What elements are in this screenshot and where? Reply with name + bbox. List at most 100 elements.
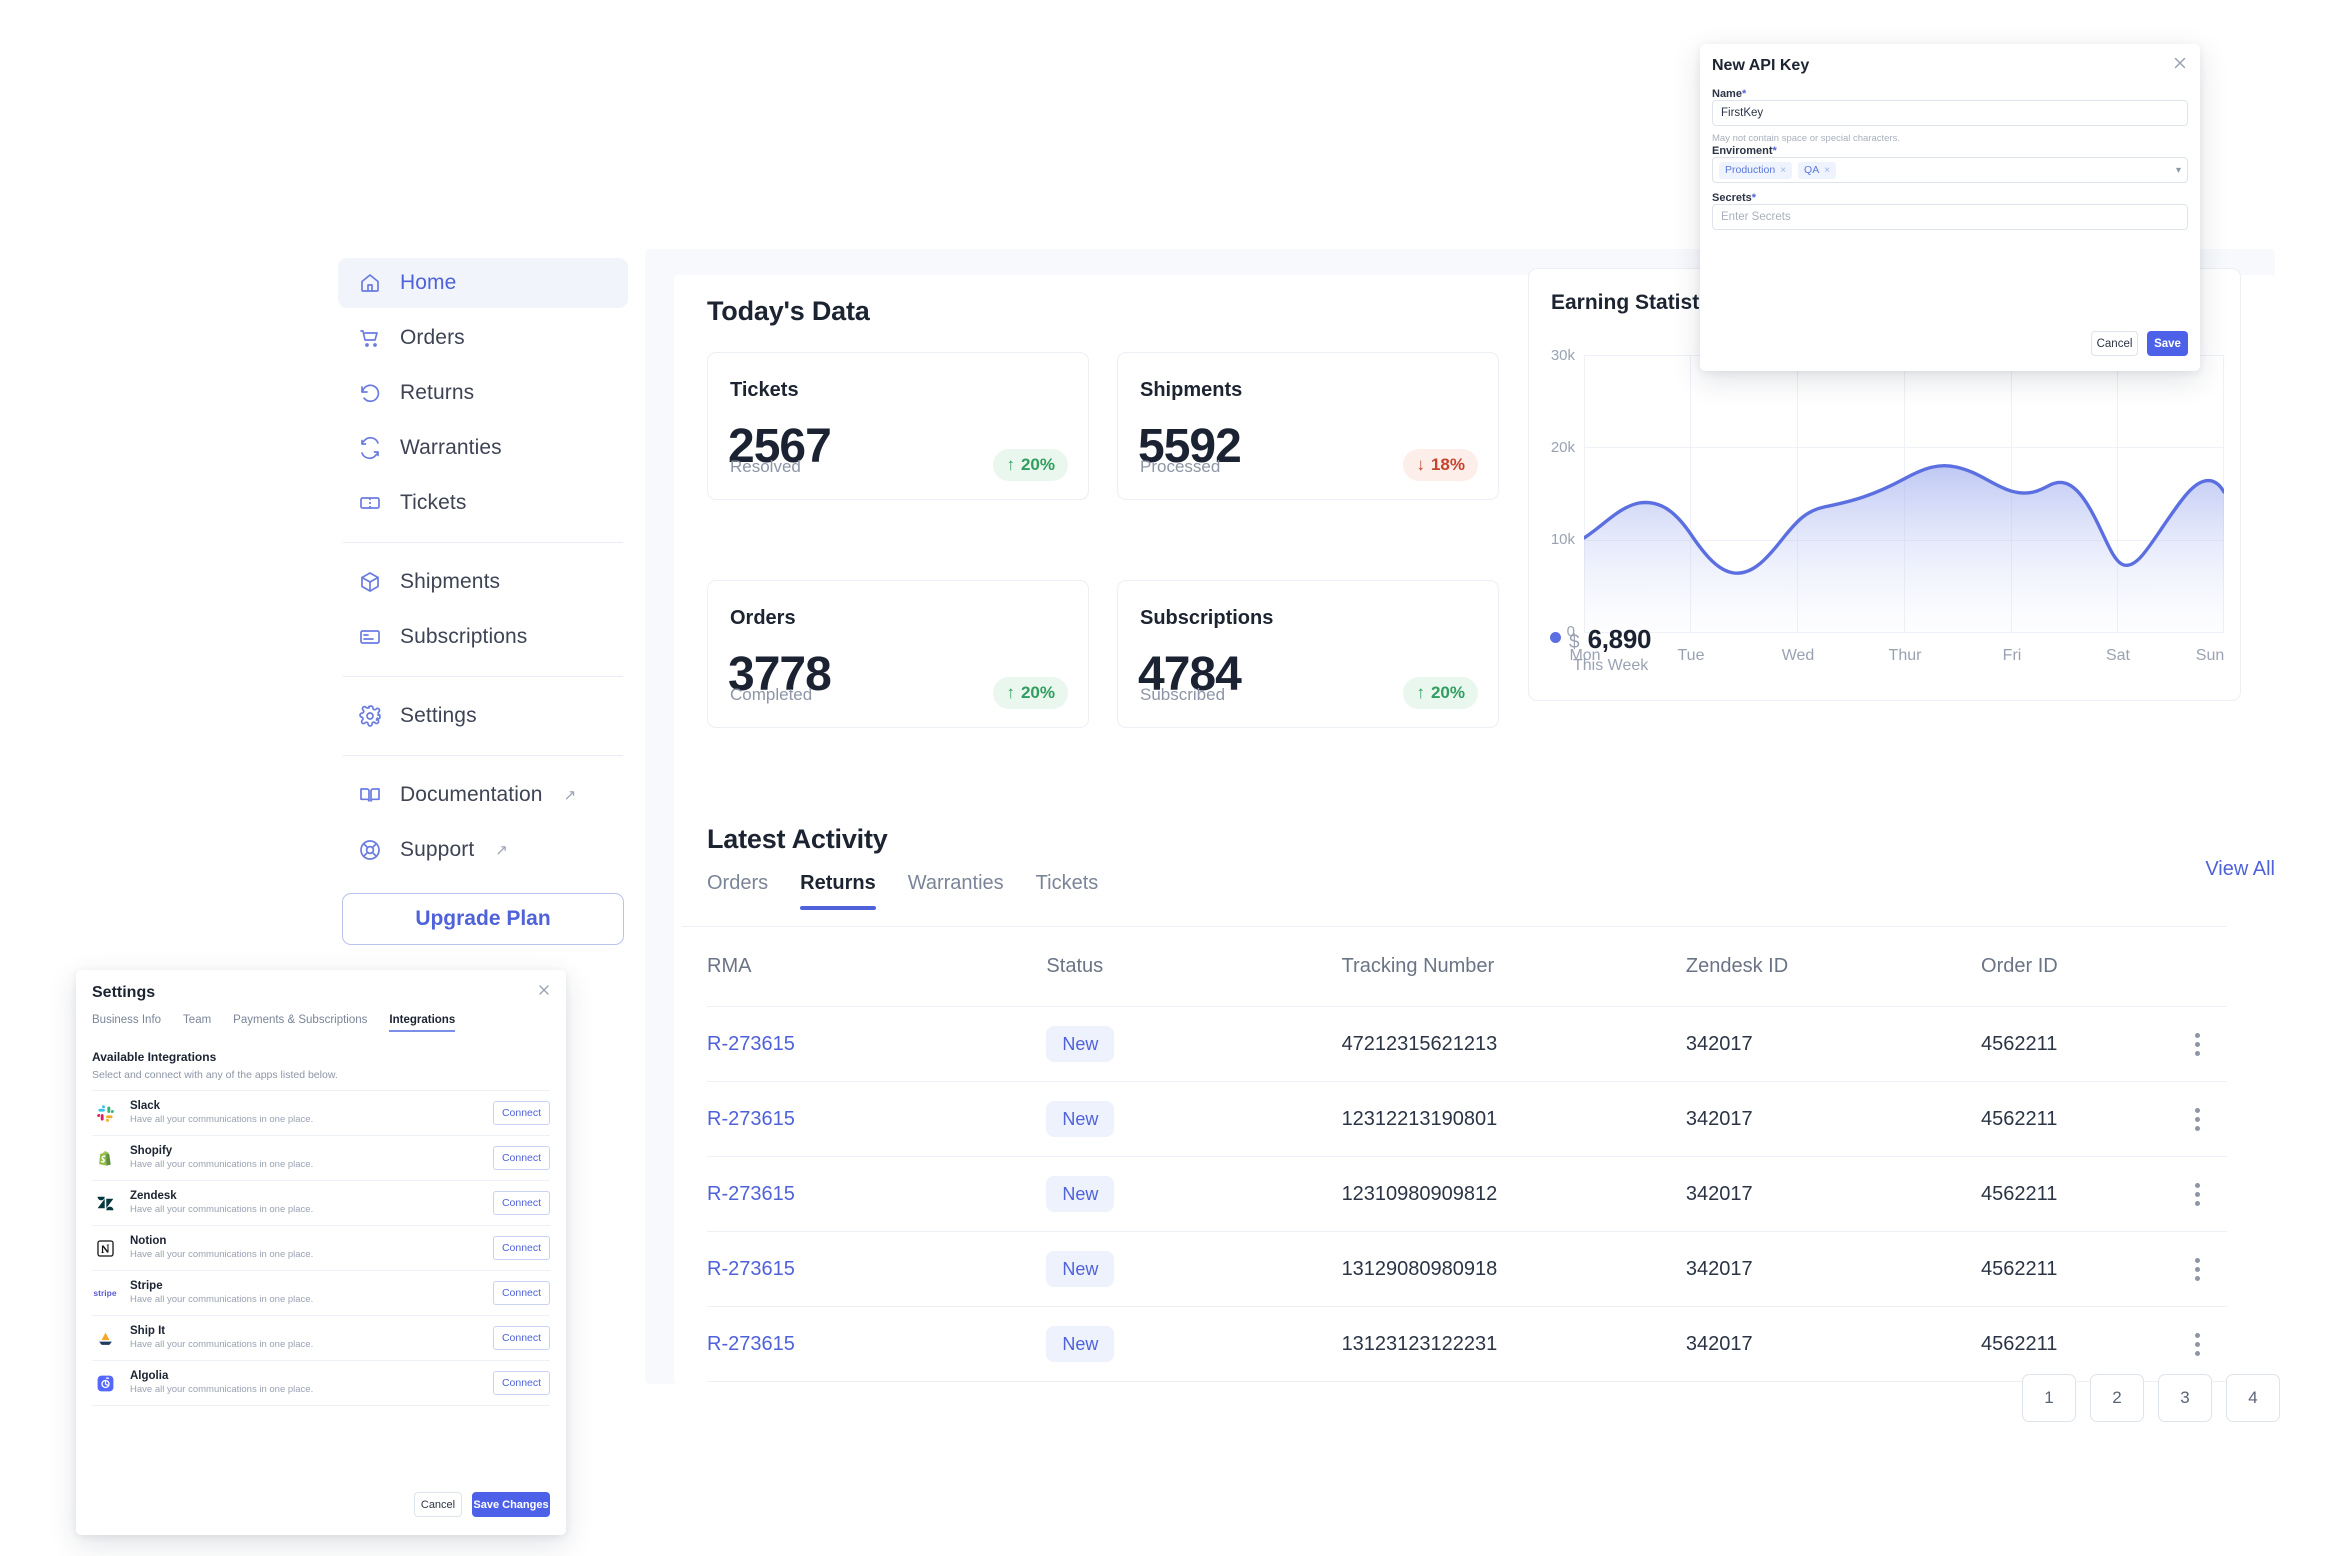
arrow-down-icon: ↓: [1416, 455, 1425, 475]
close-icon[interactable]: [536, 982, 552, 998]
list-item: Notion Have all your communications in o…: [92, 1225, 550, 1270]
sidebar-item-documentation[interactable]: Documentation ↗: [338, 770, 628, 820]
table-header-row: RMA Status Tracking Number Zendesk ID Or…: [707, 926, 2227, 1006]
tab-business-info[interactable]: Business Info: [92, 1014, 161, 1032]
tab-orders[interactable]: Orders: [707, 872, 786, 910]
integration-name: Ship It: [130, 1324, 493, 1340]
chip-remove-icon[interactable]: ×: [1780, 165, 1786, 176]
pagination: 1 2 3 4: [2022, 1374, 2280, 1422]
integration-description: Have all your communications in one plac…: [130, 1339, 493, 1352]
sidebar-item-orders[interactable]: Orders: [338, 313, 628, 363]
environment-select[interactable]: Production × QA × ▾: [1712, 157, 2188, 183]
stat-sublabel: Completed: [730, 685, 812, 705]
table-row[interactable]: R-273615 New 13129080980918 342017 45622…: [707, 1231, 2227, 1306]
page-button[interactable]: 2: [2090, 1374, 2144, 1422]
tab-tickets[interactable]: Tickets: [1036, 872, 1117, 910]
sidebar-item-settings[interactable]: Settings: [338, 691, 628, 741]
stat-card-orders[interactable]: Orders 3778 Completed ↑ 20%: [707, 580, 1089, 728]
save-button[interactable]: Save: [2147, 331, 2188, 356]
rma-link[interactable]: R-273615: [707, 1033, 795, 1055]
stat-card-tickets[interactable]: Tickets 2567 Resolved ↑ 20%: [707, 352, 1089, 500]
cancel-button[interactable]: Cancel: [414, 1492, 462, 1517]
slack-logo: [92, 1100, 118, 1126]
stat-label: Tickets: [730, 379, 799, 402]
tab-team[interactable]: Team: [183, 1014, 211, 1032]
page-button[interactable]: 4: [2226, 1374, 2280, 1422]
sidebar-item-home[interactable]: Home: [338, 258, 628, 308]
connect-button[interactable]: Connect: [493, 1236, 550, 1260]
table-row[interactable]: R-273615 New 12312213190801 342017 45622…: [707, 1081, 2227, 1156]
rma-link[interactable]: R-273615: [707, 1108, 795, 1130]
sidebar-item-label: Returns: [400, 381, 474, 405]
integration-name: Zendesk: [130, 1189, 493, 1205]
environment-chip-qa[interactable]: QA ×: [1798, 162, 1836, 179]
tab-warranties[interactable]: Warranties: [908, 872, 1022, 910]
rma-link[interactable]: R-273615: [707, 1258, 795, 1280]
view-all-link[interactable]: View All: [2205, 858, 2275, 881]
close-icon[interactable]: [2171, 54, 2189, 72]
table-row[interactable]: R-273615 New 12310980909812 342017 45622…: [707, 1156, 2227, 1231]
integration-description: Have all your communications in one plac…: [130, 1159, 493, 1172]
list-item: Algolia Have all your communications in …: [92, 1360, 550, 1405]
tab-returns[interactable]: Returns: [800, 872, 894, 910]
sidebar-item-returns[interactable]: Returns: [338, 368, 628, 418]
stat-card-subscriptions[interactable]: Subscriptions 4784 Subscribed ↑ 20%: [1117, 580, 1499, 728]
table-row[interactable]: R-273615 New 47212315621213 342017 45622…: [707, 1006, 2227, 1081]
upgrade-plan-button[interactable]: Upgrade Plan: [342, 893, 624, 945]
connect-button[interactable]: Connect: [493, 1191, 550, 1215]
sidebar-item-shipments[interactable]: Shipments: [338, 557, 628, 607]
row-menu-icon[interactable]: [2195, 1258, 2200, 1281]
rma-link[interactable]: R-273615: [707, 1183, 795, 1205]
connect-button[interactable]: Connect: [493, 1371, 550, 1395]
stat-label: Shipments: [1140, 379, 1242, 402]
name-field-hint: May not contain space or special charact…: [1712, 133, 1900, 144]
badge-value: 18%: [1431, 455, 1465, 475]
sidebar-item-tickets[interactable]: Tickets: [338, 478, 628, 528]
integration-description: Have all your communications in one plac…: [130, 1384, 493, 1397]
x-axis-tick: Wed: [1772, 647, 1824, 665]
y-axis-tick: 30k: [1539, 347, 1575, 364]
algolia-logo: [92, 1370, 118, 1396]
environment-field-label: Enviroment*: [1712, 145, 1777, 157]
status-badge: New: [1046, 1251, 1114, 1287]
chip-remove-icon[interactable]: ×: [1824, 165, 1830, 176]
integration-description: Have all your communications in one plac…: [130, 1249, 493, 1262]
tab-integrations[interactable]: Integrations: [389, 1014, 455, 1032]
page-button[interactable]: 1: [2022, 1374, 2076, 1422]
environment-chip-production[interactable]: Production ×: [1719, 162, 1792, 179]
row-menu-icon[interactable]: [2195, 1033, 2200, 1056]
badge-value: 20%: [1431, 683, 1465, 703]
rma-link[interactable]: R-273615: [707, 1333, 795, 1355]
row-menu-icon[interactable]: [2195, 1333, 2200, 1356]
chevron-down-icon[interactable]: ▾: [2176, 165, 2181, 176]
table-row[interactable]: R-273615 New 13123123122231 342017 45622…: [707, 1306, 2227, 1381]
stat-card-shipments[interactable]: Shipments 5592 Processed ↓ 18%: [1117, 352, 1499, 500]
sidebar-item-warranties[interactable]: Warranties: [338, 423, 628, 473]
row-menu-icon[interactable]: [2195, 1183, 2200, 1206]
integration-list: Slack Have all your communications in on…: [92, 1090, 550, 1406]
connect-button[interactable]: Connect: [493, 1101, 550, 1125]
sidebar-item-label: Warranties: [400, 436, 502, 460]
stat-sublabel: Subscribed: [1140, 685, 1225, 705]
card-icon: [358, 625, 382, 649]
row-menu-icon[interactable]: [2195, 1108, 2200, 1131]
home-icon: [358, 271, 382, 295]
zendesk-id: 342017: [1686, 1333, 1981, 1356]
tab-payments-subscriptions[interactable]: Payments & Subscriptions: [233, 1014, 367, 1032]
sidebar-item-support[interactable]: Support ↗: [338, 825, 628, 875]
connect-button[interactable]: Connect: [493, 1146, 550, 1170]
name-input[interactable]: FirstKey: [1712, 100, 2188, 126]
connect-button[interactable]: Connect: [493, 1326, 550, 1350]
secrets-input[interactable]: Enter Secrets: [1712, 204, 2188, 230]
zendesk-id: 342017: [1686, 1183, 1981, 1206]
connect-button[interactable]: Connect: [493, 1281, 550, 1305]
cancel-button[interactable]: Cancel: [2091, 331, 2138, 356]
page-button[interactable]: 3: [2158, 1374, 2212, 1422]
earning-chart-plot: [1584, 355, 2224, 633]
integration-name: Algolia: [130, 1369, 493, 1385]
list-item: Ship It Have all your communications in …: [92, 1315, 550, 1360]
sidebar-item-label: Tickets: [400, 491, 466, 515]
save-changes-button[interactable]: Save Changes: [472, 1492, 550, 1517]
name-input-value: FirstKey: [1721, 107, 1763, 119]
sidebar-item-subscriptions[interactable]: Subscriptions: [338, 612, 628, 662]
